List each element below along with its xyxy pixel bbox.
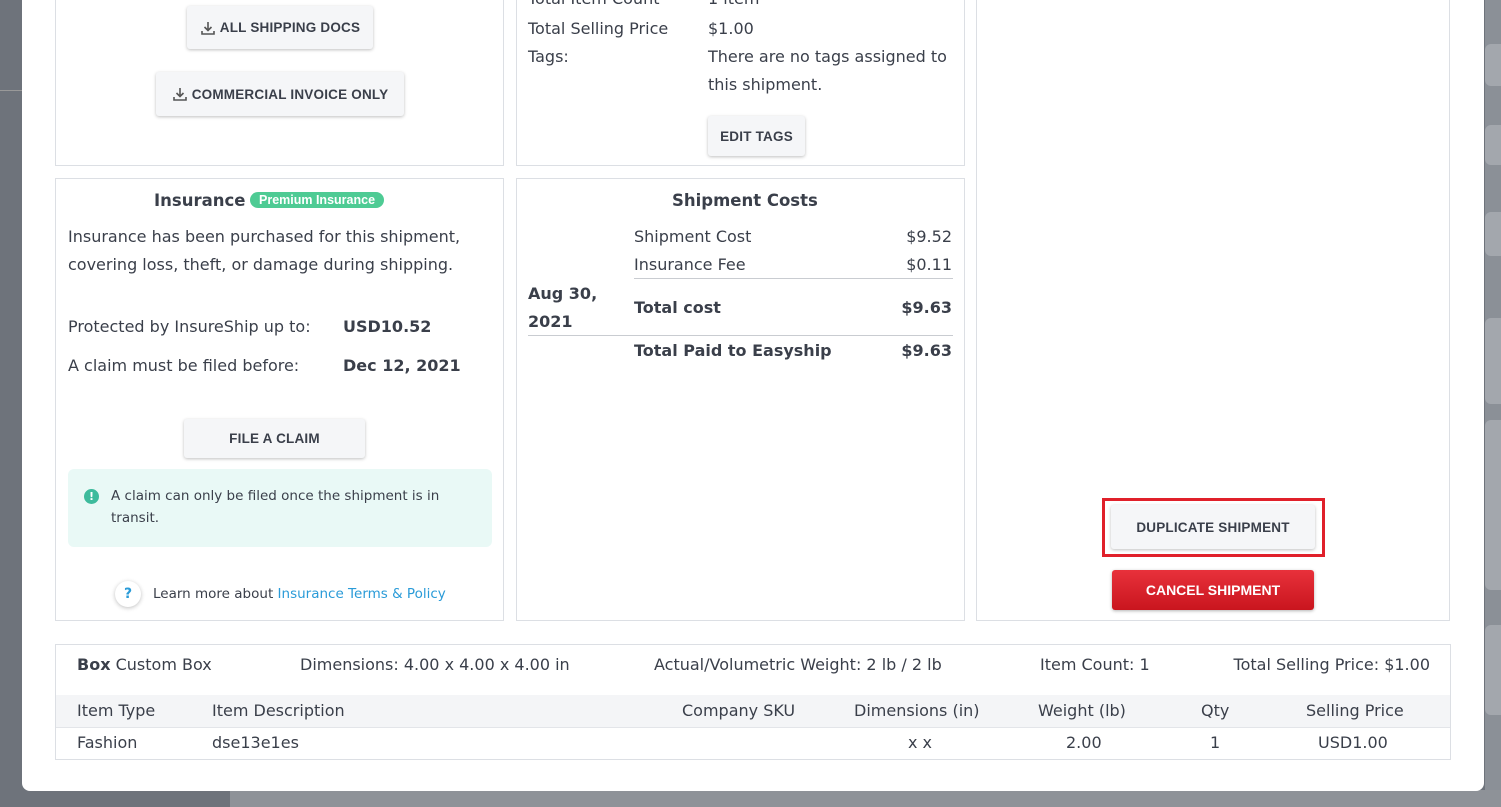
total-selling-price-value: $1.00: [708, 19, 754, 38]
total-item-count-value: 1 item: [708, 0, 759, 8]
cell-item-description: dse13e1es: [212, 733, 299, 752]
protected-value: USD10.52: [343, 317, 432, 336]
background-card: [1485, 44, 1501, 86]
cost-divider: [634, 278, 953, 279]
total-cost-label: Total cost: [634, 298, 721, 317]
documents-panel: ALL SHIPPING DOCS COMMERCIAL INVOICE ONL…: [55, 0, 504, 166]
help-icon[interactable]: ?: [115, 581, 141, 607]
learn-more-prefix: Learn more about: [153, 586, 274, 602]
shipment-summary-panel: Total Item Count 1 item Total Selling Pr…: [516, 0, 965, 166]
total-divider: [528, 335, 953, 336]
edit-tags-button[interactable]: EDIT TAGS: [708, 116, 805, 156]
cell-selling-price: USD1.00: [1318, 733, 1388, 752]
insurance-desc-line2: covering loss, theft, or damage during s…: [68, 255, 454, 274]
cell-qty: 1: [1210, 733, 1221, 752]
duplicate-shipment-highlight: [1102, 498, 1325, 557]
claim-notice-line2: transit.: [111, 510, 160, 526]
box-items-table: Box Custom Box Dimensions: 4.00 x 4.00 x…: [55, 644, 1451, 760]
cell-weight: 2.00: [1066, 733, 1102, 752]
insurance-fee-value: $0.11: [906, 255, 952, 274]
box-type: Box Custom Box: [77, 655, 212, 674]
commercial-invoice-button[interactable]: COMMERCIAL INVOICE ONLY: [156, 72, 404, 116]
col-qty: Qty: [1201, 701, 1230, 720]
col-item-type: Item Type: [77, 701, 156, 720]
cancel-shipment-button[interactable]: CANCEL SHIPMENT: [1112, 570, 1314, 610]
claim-before-label: A claim must be filed before:: [68, 356, 300, 375]
background-card: [1485, 625, 1501, 715]
background-card: [1485, 212, 1501, 256]
total-cost-value: $9.63: [901, 298, 952, 317]
commercial-invoice-label: COMMERCIAL INVOICE ONLY: [191, 86, 389, 102]
claim-notice-text: A claim can only be filed once the shipm…: [111, 485, 471, 529]
info-icon: !: [84, 489, 99, 504]
col-selling-price: Selling Price: [1306, 701, 1404, 720]
insurance-fee-label: Insurance Fee: [634, 255, 746, 274]
insurance-terms-link[interactable]: Insurance Terms & Policy: [278, 586, 446, 602]
shipment-cost-label: Shipment Cost: [634, 227, 752, 246]
background-card: [1485, 318, 1501, 404]
all-shipping-docs-label: ALL SHIPPING DOCS: [219, 20, 361, 35]
box-label: Box: [77, 655, 111, 674]
col-item-description: Item Description: [212, 701, 345, 720]
row-divider: [56, 727, 1450, 728]
box-value: Custom Box: [115, 655, 212, 674]
download-icon: [200, 21, 215, 35]
background-card: [1485, 420, 1501, 590]
actions-panel: DUPLICATE SHIPMENT CANCEL SHIPMENT: [976, 0, 1450, 621]
background-page-strip: [1485, 0, 1501, 807]
insurance-title: Insurance: [154, 191, 246, 210]
cancel-shipment-label: CANCEL SHIPMENT: [1145, 582, 1281, 598]
background-card: [1485, 125, 1501, 165]
box-total-selling-price: Total Selling Price: $1.00: [1233, 655, 1430, 674]
col-company-sku: Company SKU: [682, 701, 796, 720]
file-claim-label: FILE A CLAIM: [229, 431, 320, 446]
cost-date-line2: 2021: [528, 312, 573, 331]
box-weight: Actual/Volumetric Weight: 2 lb / 2 lb: [654, 655, 942, 674]
cell-dimensions: x x: [908, 733, 933, 752]
claim-before-value: Dec 12, 2021: [343, 356, 461, 375]
box-dimensions: Dimensions: 4.00 x 4.00 x 4.00 in: [300, 655, 570, 674]
shipment-cost-value: $9.52: [906, 227, 952, 246]
download-icon: [172, 88, 187, 101]
insurance-panel: Insurance Premium Insurance Insurance ha…: [55, 178, 504, 621]
box-item-count: Item Count: 1: [1040, 655, 1150, 674]
total-item-count-label: Total Item Count: [528, 0, 659, 8]
total-selling-price-label: Total Selling Price: [528, 19, 669, 38]
shipment-costs-title: Shipment Costs: [672, 191, 818, 210]
cost-date-line1: Aug 30,: [528, 284, 598, 303]
learn-more-text: Learn more about Insurance Terms & Polic…: [153, 586, 446, 602]
edit-tags-label: EDIT TAGS: [720, 128, 793, 144]
col-dimensions: Dimensions (in): [854, 701, 980, 720]
tags-label: Tags:: [528, 47, 569, 66]
background-divider: [0, 90, 22, 91]
protected-label: Protected by InsureShip up to:: [68, 317, 311, 336]
all-shipping-docs-button[interactable]: ALL SHIPPING DOCS: [187, 6, 373, 49]
shipment-details-modal: ALL SHIPPING DOCS COMMERCIAL INVOICE ONL…: [22, 0, 1484, 791]
premium-insurance-badge: Premium Insurance: [250, 192, 385, 208]
insurance-desc-line1: Insurance has been purchased for this sh…: [68, 227, 461, 246]
shipment-costs-panel: Shipment Costs Shipment Cost $9.52 Insur…: [516, 178, 965, 621]
tags-value-line1: There are no tags assigned to: [708, 47, 947, 66]
tags-value-line2: this shipment.: [708, 75, 823, 94]
total-paid-label: Total Paid to Easyship: [634, 341, 832, 360]
cell-item-type: Fashion: [77, 733, 138, 752]
claim-notice: ! A claim can only be filed once the shi…: [68, 469, 492, 547]
background-footer: [230, 790, 1501, 807]
total-paid-value: $9.63: [901, 341, 952, 360]
file-claim-button[interactable]: FILE A CLAIM: [184, 419, 365, 458]
claim-notice-line1: A claim can only be filed once the shipm…: [111, 488, 440, 504]
col-weight: Weight (lb): [1038, 701, 1126, 720]
